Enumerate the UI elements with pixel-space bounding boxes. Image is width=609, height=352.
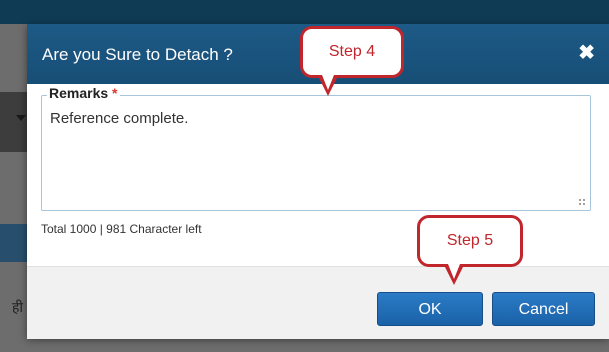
required-marker: * (112, 85, 118, 101)
remarks-label: Remarks * (47, 85, 120, 101)
ok-button[interactable]: OK (377, 292, 483, 326)
remarks-label-text: Remarks (49, 85, 109, 101)
step4-callout-pointer-fill (322, 75, 334, 90)
cancel-button[interactable]: Cancel (492, 292, 595, 326)
background-text: ही (12, 299, 24, 315)
dropdown-arrow-icon (16, 115, 26, 121)
app-header-background (0, 0, 609, 24)
remarks-textarea[interactable]: Reference complete. (41, 95, 591, 211)
remarks-value: Reference complete. (50, 110, 189, 127)
step5-callout-pointer-fill (448, 264, 460, 279)
app-background-bar (0, 224, 30, 262)
resize-handle-icon[interactable] (578, 198, 586, 206)
close-icon[interactable]: ✖ (578, 40, 595, 65)
step5-callout: Step 5 (417, 215, 523, 267)
dialog-title: Are you Sure to Detach ? (42, 45, 233, 64)
app-background-panel (0, 92, 30, 152)
character-counter: Total 1000 | 981 Character left (41, 222, 202, 236)
dialog-footer: OK Cancel (27, 266, 609, 339)
step4-callout: Step 4 (300, 26, 404, 78)
